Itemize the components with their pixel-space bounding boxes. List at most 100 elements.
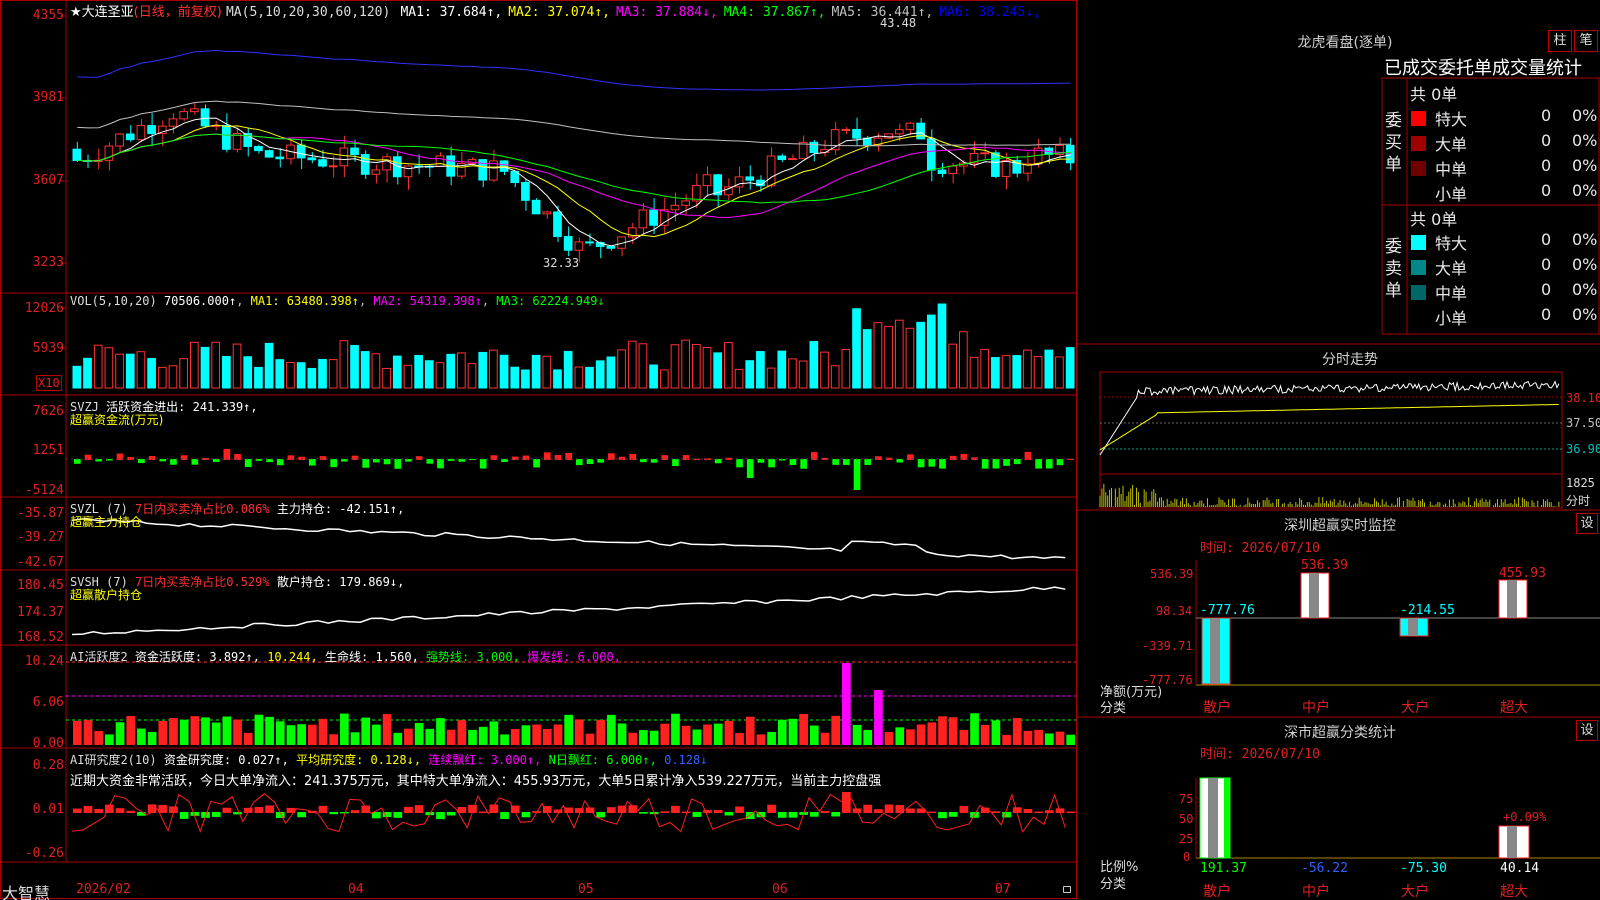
monitor-settings-button[interactable]: 设 [1576,513,1598,534]
volume-bar [991,357,1000,389]
flow-bar [586,459,594,464]
flow-bar [1003,459,1010,466]
volume-bar [382,367,391,389]
volume-bar [638,343,648,389]
flow-bar [373,459,380,463]
research-bar [457,806,467,813]
monitor-time: 时间: 2026/07/10 [1200,541,1320,556]
research-bar [809,812,819,817]
research-bar [222,807,232,813]
activity-bar [275,721,285,745]
volume-bar [371,353,381,389]
volume-bar [777,350,787,389]
class-settings-button[interactable]: 设 [1576,720,1598,741]
research-bar [211,812,221,817]
volume-bar [713,352,723,389]
research-bar [265,805,274,813]
research-bar [1066,811,1075,813]
legend-swatch [1411,285,1426,300]
candle [553,211,562,238]
class-title: 深市超赢分类统计 [1284,725,1396,741]
volume-bar [457,352,466,389]
date-tick: 05 [578,882,594,897]
candle [937,169,947,175]
candle [72,148,82,161]
volume-bar [392,355,402,389]
date-tick: 2026/02 [76,882,131,897]
vol-header: VOL(5,10,20) 70506.000↑, MA1: 63480.398↑… [70,294,605,308]
candle [296,144,306,159]
class-bar [1199,777,1231,859]
brand-label: 大智慧 [2,884,51,900]
class-value: 40.14 [1500,861,1540,876]
activity-bar [681,725,691,745]
flow-bar [1035,459,1042,469]
research-bar [863,804,873,813]
legend-swatch [1411,111,1426,126]
volume-bar [446,353,456,389]
research-bar [959,805,969,813]
activity-bar [307,724,317,745]
activity-bar [617,723,627,745]
volume-bar [766,367,776,389]
research-bar [1034,811,1043,813]
bar-view-button[interactable]: 柱 [1548,30,1572,52]
activity-bar [126,716,136,745]
tick-view-button[interactable]: 笔 [1574,30,1598,52]
activity-bar [1023,730,1033,745]
volume-bar [168,365,178,389]
volume-bar [659,369,669,389]
activity-bar [169,718,178,745]
research-bar [254,806,264,813]
class-time: 时间: 2026/07/10 [1200,747,1320,762]
flow-bar [746,459,754,478]
flow-bar [736,459,743,468]
flow-bar [533,459,540,468]
volume-bar [820,351,829,389]
volume-bar [125,353,135,389]
volume-bar [72,365,82,389]
order-count: 0 [1541,230,1552,249]
activity-bar [73,720,82,745]
volume-bar [734,368,744,389]
flow-bar [479,459,487,469]
favorite-star-icon[interactable]: ★ [70,5,82,20]
volume-bar [884,325,893,389]
monitor-tick: -777.76 [1142,673,1193,687]
volume-bar [499,354,509,389]
volume-bar [745,360,755,389]
activity-bar [895,727,905,745]
order-type-label: 大单 [1435,135,1468,154]
research-bar [671,805,680,813]
activity-bar [927,722,937,745]
activity-bar [745,716,755,745]
activity-bar [446,729,456,745]
volume-bar [905,327,915,389]
activity-bar [521,725,531,745]
candle [798,141,808,160]
fenshi-title: 分时走势 [1322,352,1378,368]
volume-bar [606,356,616,389]
svzj-tick: 7626 [32,404,64,419]
ai-tick: 10.24 [24,654,64,669]
volume-bar [232,343,242,389]
monitor-bar-shade [1309,573,1319,618]
volume-bar [467,363,477,389]
ai-tick: 6.06 [32,695,64,710]
research-bar [927,811,937,813]
volume-bar [531,354,541,389]
activity-bar [243,732,253,745]
monitor-bar [1498,579,1528,619]
candle [788,158,797,161]
order-count: 0 [1541,106,1552,125]
activity-bar [831,715,841,745]
lock-icon[interactable] [1063,886,1071,893]
chart-mode: (日线，前复权) [133,5,222,20]
candle [115,133,124,147]
volume-bar [873,322,883,389]
flow-bar [394,459,402,469]
activity-bar [286,725,296,745]
class-bar [1498,825,1530,859]
volume-bar [435,362,445,389]
research-bar [179,812,189,819]
